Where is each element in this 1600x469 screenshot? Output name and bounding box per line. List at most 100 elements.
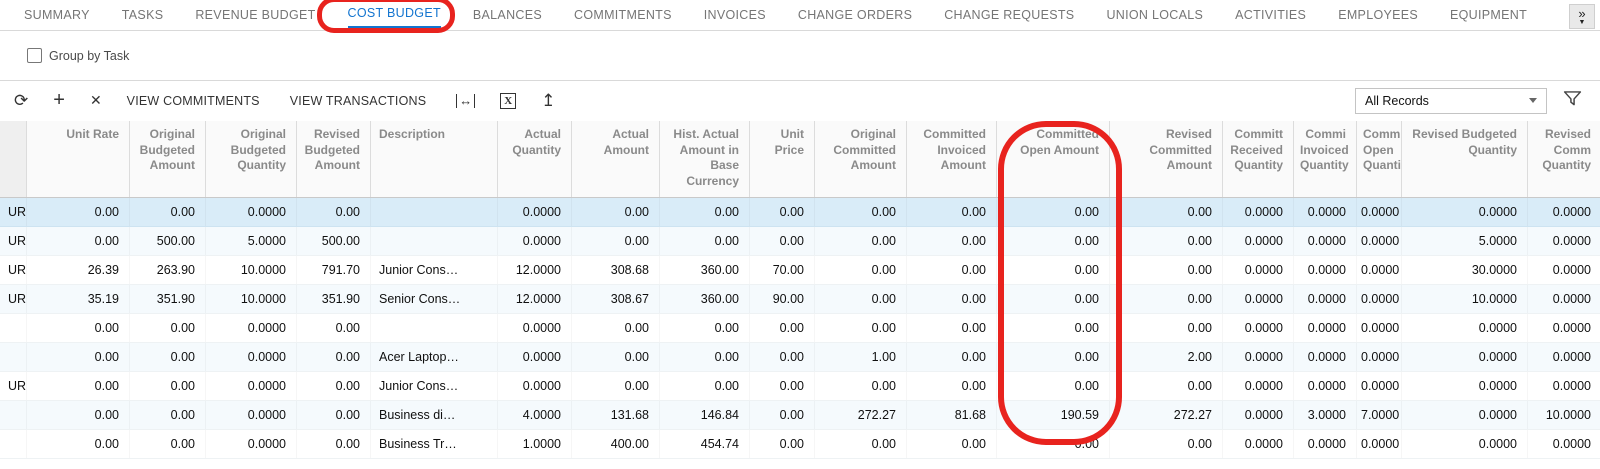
table-cell[interactable] [371,198,498,226]
table-cell[interactable]: 0.0000 [1528,372,1600,400]
column-header[interactable]: Description [371,121,498,197]
table-cell[interactable]: 0.0000 [1402,343,1528,371]
column-header[interactable]: Comm Open Quantity [1357,121,1402,197]
column-header[interactable]: Actual Amount [572,121,660,197]
table-cell[interactable]: 10.0000 [1402,285,1528,313]
table-row[interactable]: 0.000.000.00000.00Business di…4.0000131.… [0,401,1600,430]
delete-row-icon[interactable]: ✕ [90,92,102,109]
table-cell[interactable]: 0.00 [660,227,750,255]
tab-overflow-button[interactable]: » ▼ [1569,4,1595,29]
column-header[interactable]: Actual Quantity [498,121,572,197]
table-cell[interactable]: 0.0000 [1357,256,1402,284]
table-row[interactable]: 0.000.000.00000.00Business Tr…1.0000400.… [0,430,1600,459]
table-cell[interactable]: 0.00 [907,227,997,255]
table-cell[interactable]: 0.0000 [498,314,572,342]
table-cell[interactable]: 70.00 [750,256,815,284]
table-cell[interactable] [0,314,27,342]
table-cell[interactable]: UR [0,198,27,226]
tab-union-locals[interactable]: UNION LOCALS [1106,0,1203,30]
table-cell[interactable]: 0.0000 [498,343,572,371]
table-cell[interactable]: 0.0000 [1528,198,1600,226]
tab-invoices[interactable]: INVOICES [704,0,766,30]
table-cell[interactable]: 3.0000 [1294,401,1357,429]
table-cell[interactable]: 0.00 [815,430,907,458]
table-cell[interactable]: 0.00 [660,372,750,400]
table-cell[interactable]: 0.00 [750,198,815,226]
column-header[interactable]: Original Budgeted Quantity [206,121,297,197]
table-cell[interactable]: 0.00 [750,372,815,400]
table-row[interactable]: UR0.000.000.00000.00Junior Cons…0.00000.… [0,372,1600,401]
table-cell[interactable]: 0.00 [815,256,907,284]
table-cell[interactable]: 0.00 [27,430,130,458]
table-cell[interactable]: 500.00 [130,227,206,255]
table-cell[interactable]: 0.00 [997,430,1110,458]
table-cell[interactable]: 0.00 [297,198,371,226]
table-cell[interactable]: 0.00 [572,227,660,255]
table-cell[interactable]: 0.00 [27,372,130,400]
table-cell[interactable]: 5.0000 [1402,227,1528,255]
table-cell[interactable]: 0.00 [997,285,1110,313]
table-cell[interactable]: Junior Cons… [371,256,498,284]
table-cell[interactable]: 0.0000 [1357,198,1402,226]
table-cell[interactable]: 0.00 [750,314,815,342]
table-cell[interactable]: 0.0000 [206,372,297,400]
table-row[interactable]: 0.000.000.00000.00Acer Laptop…0.00000.00… [0,343,1600,372]
table-cell[interactable]: 131.68 [572,401,660,429]
column-header[interactable]: Revised Budgeted Amount [297,121,371,197]
table-cell[interactable]: 0.0000 [1528,285,1600,313]
table-cell[interactable]: 1.00 [815,343,907,371]
table-cell[interactable]: 81.68 [907,401,997,429]
table-cell[interactable]: 0.00 [297,372,371,400]
column-header[interactable] [0,121,27,197]
upload-icon[interactable]: ↥ [541,91,555,111]
column-header[interactable]: Revised Budgeted Quantity [1402,121,1528,197]
table-cell[interactable]: 0.0000 [1223,285,1294,313]
table-cell[interactable]: 0.0000 [206,401,297,429]
table-cell[interactable]: 0.00 [27,227,130,255]
table-cell[interactable]: 0.0000 [1357,314,1402,342]
table-cell[interactable]: 0.00 [997,372,1110,400]
table-cell[interactable]: 0.00 [815,285,907,313]
table-cell[interactable]: 0.0000 [1294,285,1357,313]
table-row[interactable]: UR0.000.000.00000.000.00000.000.000.000.… [0,198,1600,227]
table-cell[interactable]: 0.0000 [206,198,297,226]
table-cell[interactable]: 0.0000 [1223,372,1294,400]
table-cell[interactable]: 0.0000 [1528,227,1600,255]
table-cell[interactable]: 0.0000 [1402,401,1528,429]
table-cell[interactable] [371,227,498,255]
table-cell[interactable]: 0.00 [130,314,206,342]
table-cell[interactable]: 0.0000 [206,314,297,342]
table-cell[interactable]: 0.00 [130,343,206,371]
table-cell[interactable]: 0.00 [1110,198,1223,226]
table-cell[interactable]: 0.0000 [1294,198,1357,226]
table-cell[interactable]: 0.0000 [498,372,572,400]
add-row-icon[interactable]: + [53,89,65,112]
table-cell[interactable]: 0.00 [27,401,130,429]
table-cell[interactable]: 26.39 [27,256,130,284]
table-cell[interactable]: 0.00 [27,314,130,342]
table-cell[interactable]: 0.00 [750,430,815,458]
column-header[interactable]: Unit Price [750,121,815,197]
table-cell[interactable]: 0.00 [997,227,1110,255]
table-cell[interactable]: 0.00 [130,372,206,400]
table-cell[interactable]: 1.0000 [498,430,572,458]
column-header[interactable]: Revised Committed Amount [1110,121,1223,197]
table-cell[interactable]: 0.0000 [1223,256,1294,284]
column-header[interactable]: Commi Invoiced Quantity [1294,121,1357,197]
table-cell[interactable]: 10.0000 [206,285,297,313]
table-cell[interactable]: 0.0000 [1402,198,1528,226]
tab-equipment[interactable]: EQUIPMENT [1450,0,1527,30]
export-excel-icon[interactable]: X [500,93,516,109]
table-cell[interactable]: Business di… [371,401,498,429]
table-cell[interactable]: 12.0000 [498,256,572,284]
table-cell[interactable]: 2.00 [1110,343,1223,371]
table-cell[interactable]: 0.00 [1110,430,1223,458]
table-cell[interactable]: 0.00 [907,314,997,342]
table-cell[interactable]: 0.0000 [1357,227,1402,255]
table-cell[interactable]: 0.0000 [1402,430,1528,458]
table-cell[interactable]: UR [0,372,27,400]
table-cell[interactable]: 0.00 [907,343,997,371]
table-cell[interactable] [0,343,27,371]
table-cell[interactable]: 0.0000 [1223,227,1294,255]
table-cell[interactable]: 0.00 [907,256,997,284]
